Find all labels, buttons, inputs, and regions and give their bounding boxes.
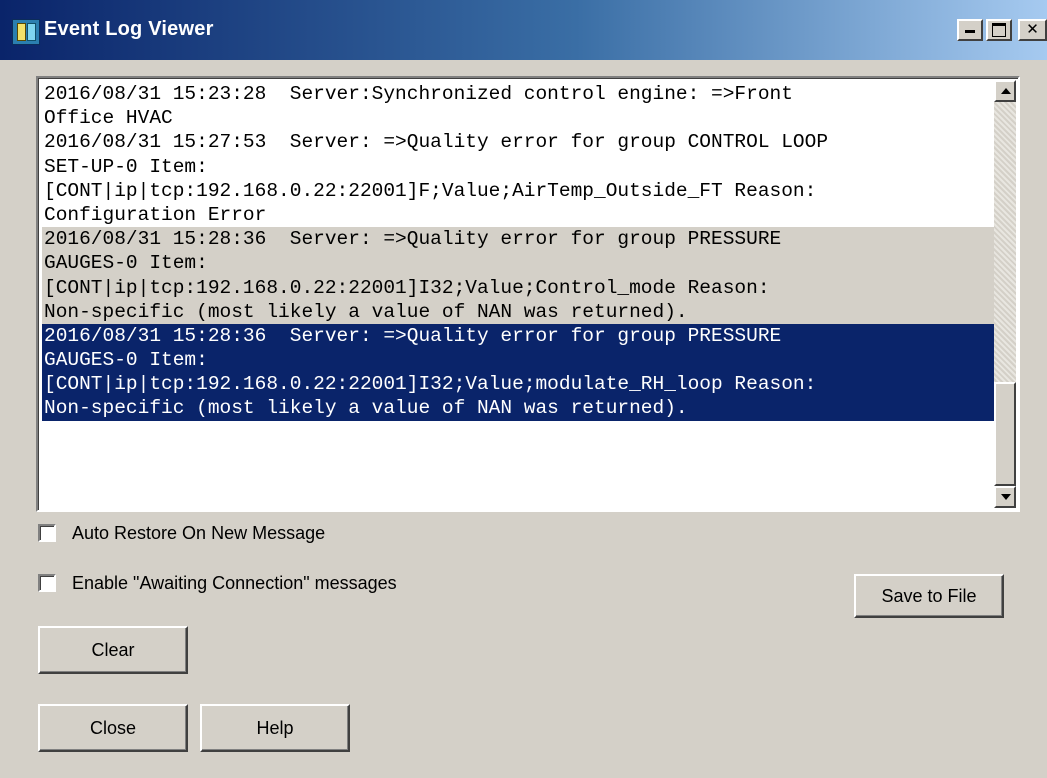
title-bar[interactable]: Event Log Viewer ✕: [0, 0, 1047, 60]
log-entry[interactable]: 2016/08/31 15:23:28 Server:Synchronized …: [42, 82, 996, 131]
clear-button[interactable]: Clear: [38, 626, 188, 674]
log-entry-line: GAUGES-0 Item:: [44, 252, 208, 275]
log-entry-line: 2016/08/31 15:27:53 Server: =>Quality er…: [44, 131, 829, 154]
scroll-thumb[interactable]: [994, 382, 1016, 486]
log-entry-line: Non-specific (most likely a value of NAN…: [44, 300, 688, 323]
event-log-entries[interactable]: 2016/08/31 15:23:28 Server:Synchronized …: [42, 82, 996, 506]
log-entry-line: GAUGES-0 Item:: [44, 349, 208, 372]
log-entry[interactable]: 2016/08/31 15:27:53 Server: =>Quality er…: [42, 130, 996, 228]
arrow-up-icon: [1001, 88, 1011, 94]
awaiting-connection-label: Enable "Awaiting Connection" messages: [72, 572, 397, 593]
log-entry[interactable]: 2016/08/31 15:28:36 Server: =>Quality er…: [42, 323, 996, 421]
log-entry-line: Office HVAC: [44, 107, 173, 130]
close-window-button[interactable]: ✕: [1018, 19, 1047, 41]
log-entry-line: [CONT|ip|tcp:192.168.0.22:22001]I32;Valu…: [44, 373, 817, 396]
log-entry-line: [CONT|ip|tcp:192.168.0.22:22001]I32;Valu…: [44, 276, 770, 299]
log-entry-line: Non-specific (most likely a value of NAN…: [44, 397, 688, 420]
help-button[interactable]: Help: [200, 704, 350, 752]
awaiting-connection-option[interactable]: Enable "Awaiting Connection" messages: [38, 572, 397, 594]
auto-restore-label: Auto Restore On New Message: [72, 522, 326, 543]
maximize-button[interactable]: [986, 19, 1012, 41]
window-title: Event Log Viewer: [44, 18, 214, 40]
close-button[interactable]: Close: [38, 704, 188, 752]
log-entry-line: SET-UP-0 Item:: [44, 155, 208, 178]
scroll-up-button[interactable]: [994, 80, 1016, 102]
auto-restore-checkbox[interactable]: [38, 524, 56, 542]
auto-restore-option[interactable]: Auto Restore On New Message: [38, 522, 325, 544]
minimize-icon: [965, 30, 975, 33]
log-entry-line: 2016/08/31 15:28:36 Server: =>Quality er…: [44, 228, 782, 251]
arrow-down-icon: [1001, 494, 1011, 500]
maximize-icon: [992, 23, 1006, 37]
app-icon: [12, 19, 40, 45]
close-icon: ✕: [1026, 20, 1039, 38]
log-entry-line: 2016/08/31 15:23:28 Server:Synchronized …: [44, 83, 793, 105]
vertical-scrollbar[interactable]: [994, 80, 1016, 508]
event-log-window: Event Log Viewer ✕ 2016/08/31 15:23:28 S…: [0, 0, 1047, 778]
event-log-listbox[interactable]: 2016/08/31 15:23:28 Server:Synchronized …: [36, 76, 1020, 512]
scroll-down-button[interactable]: [994, 486, 1016, 508]
log-entry-line: [CONT|ip|tcp:192.168.0.22:22001]F;Value;…: [44, 179, 817, 202]
log-entry[interactable]: 2016/08/31 15:28:36 Server: =>Quality er…: [42, 227, 996, 324]
awaiting-connection-checkbox[interactable]: [38, 574, 56, 592]
log-entry-line: Configuration Error: [44, 203, 267, 226]
minimize-button[interactable]: [957, 19, 983, 41]
log-entry-line: 2016/08/31 15:28:36 Server: =>Quality er…: [44, 324, 782, 347]
save-to-file-button[interactable]: Save to File: [854, 574, 1004, 618]
